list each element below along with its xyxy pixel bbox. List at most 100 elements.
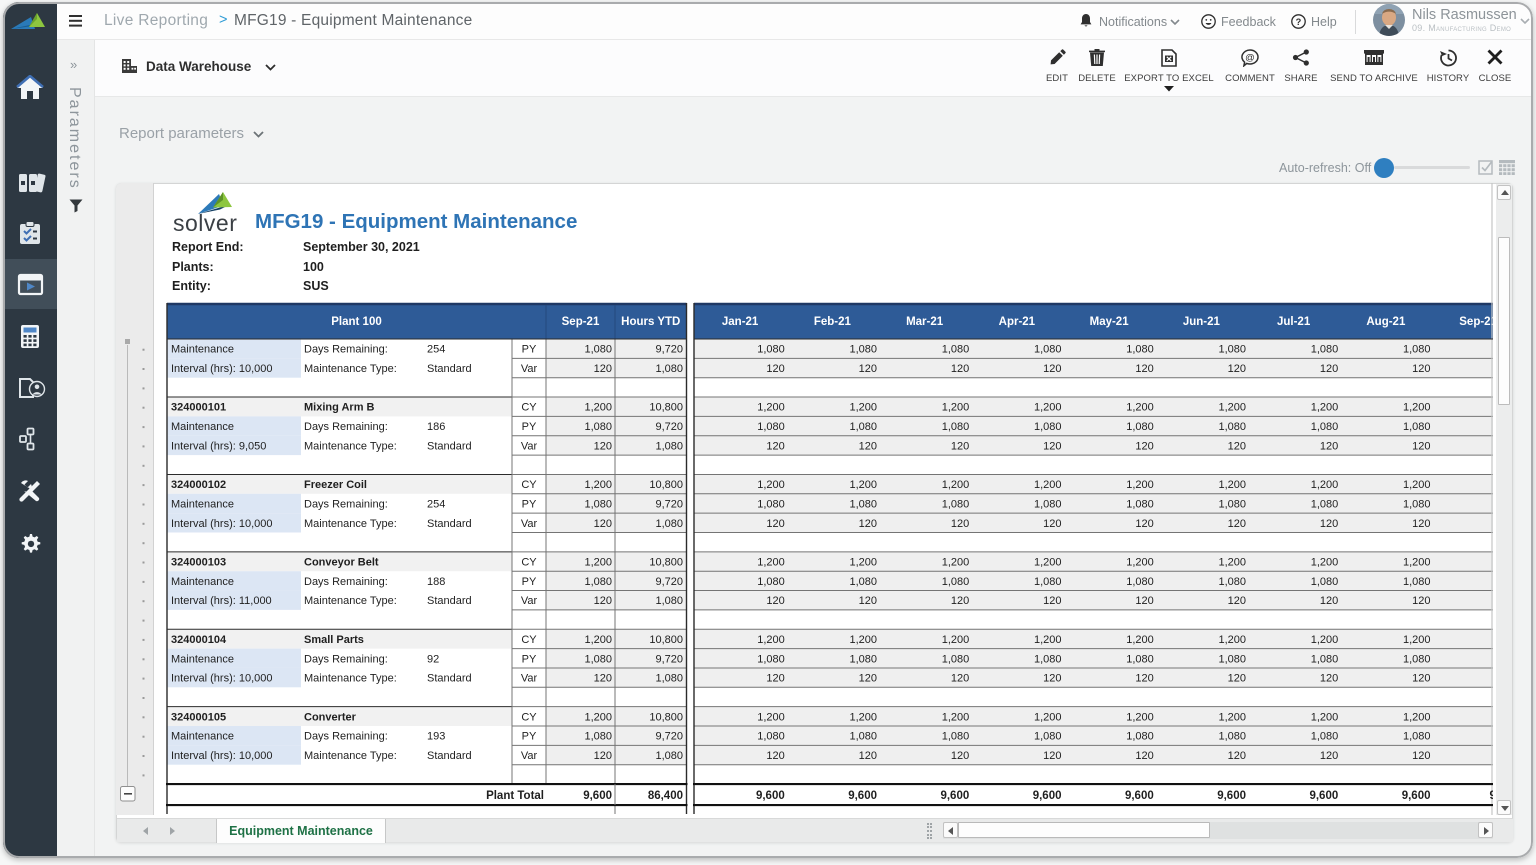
svg-text:1,080: 1,080 [757,731,785,743]
svg-text:120: 120 [1228,673,1246,685]
svg-text:1,080: 1,080 [1403,421,1431,433]
svg-text:1,080: 1,080 [1311,731,1339,743]
svg-text:1,200: 1,200 [1403,479,1431,491]
svg-text:Var: Var [521,363,538,375]
svg-text:May-21: May-21 [1090,316,1130,328]
svg-text:Maintenance Type:: Maintenance Type: [304,595,397,607]
svg-text:1,080: 1,080 [1218,421,1246,433]
svg-text:1,080: 1,080 [1218,731,1246,743]
svg-text:1,200: 1,200 [1034,402,1062,414]
svg-text:1,200: 1,200 [1034,557,1062,569]
svg-text:1,200: 1,200 [849,479,877,491]
svg-text:9,600: 9,600 [940,790,969,802]
svg-text:1,080: 1,080 [1403,498,1431,510]
svg-text:120: 120 [766,518,784,530]
svg-text:1,200: 1,200 [1311,557,1339,569]
svg-text:120: 120 [1320,363,1338,375]
svg-text:1,080: 1,080 [1403,576,1431,588]
svg-text:Jan-21: Jan-21 [722,316,759,328]
svg-text:1,200: 1,200 [757,634,785,646]
svg-text:120: 120 [594,518,612,530]
svg-text:120: 120 [766,673,784,685]
svg-text:1,080: 1,080 [1403,344,1431,356]
svg-text:CY: CY [521,402,537,414]
svg-text:188: 188 [427,576,445,588]
svg-text:120: 120 [859,595,877,607]
svg-text:1,080: 1,080 [849,653,877,665]
svg-text:1,200: 1,200 [1403,634,1431,646]
svg-text:1,200: 1,200 [1311,479,1339,491]
svg-text:10,800: 10,800 [649,557,683,569]
svg-text:120: 120 [951,518,969,530]
svg-text:9,720: 9,720 [655,421,683,433]
svg-text:1,080: 1,080 [584,653,612,665]
svg-text:120: 120 [1320,595,1338,607]
svg-text:120: 120 [1228,750,1246,762]
svg-text:120: 120 [859,673,877,685]
svg-text:1,200: 1,200 [584,711,612,723]
svg-text:120: 120 [766,440,784,452]
svg-text:120: 120 [951,363,969,375]
svg-text:9,720: 9,720 [655,498,683,510]
svg-text:1,080: 1,080 [757,344,785,356]
svg-text:Maintenance: Maintenance [171,731,234,743]
svg-text:120: 120 [594,363,612,375]
svg-text:Days Remaining:: Days Remaining: [304,498,388,510]
svg-text:1,080: 1,080 [757,421,785,433]
svg-text:120: 120 [1043,440,1061,452]
svg-text:Freezer Coil: Freezer Coil [304,479,367,491]
svg-text:120: 120 [1043,518,1061,530]
svg-text:Interval (hrs): 10,000: Interval (hrs): 10,000 [171,518,273,530]
svg-text:1,200: 1,200 [1126,711,1154,723]
svg-text:Var: Var [521,518,538,530]
svg-text:324000102: 324000102 [171,479,226,491]
svg-text:9,600: 9,600 [1490,790,1494,802]
svg-text:1,080: 1,080 [1034,344,1062,356]
svg-text:1,200: 1,200 [942,479,970,491]
svg-text:Interval (hrs): 9,050: Interval (hrs): 9,050 [171,440,266,452]
svg-text:1,080: 1,080 [1218,344,1246,356]
svg-text:1,200: 1,200 [757,402,785,414]
svg-text:1,080: 1,080 [1034,653,1062,665]
svg-text:1,200: 1,200 [1218,557,1246,569]
svg-text:1,080: 1,080 [942,653,970,665]
svg-text:120: 120 [594,750,612,762]
svg-text:1,080: 1,080 [584,421,612,433]
svg-text:1,200: 1,200 [1126,479,1154,491]
svg-text:Feb-21: Feb-21 [814,316,852,328]
svg-text:1,200: 1,200 [1126,557,1154,569]
svg-text:Standard: Standard [427,595,472,607]
svg-text:Standard: Standard [427,750,472,762]
svg-text:120: 120 [859,363,877,375]
svg-text:1,080: 1,080 [942,344,970,356]
svg-text:Maintenance Type:: Maintenance Type: [304,440,397,452]
svg-text:120: 120 [951,750,969,762]
svg-text:1,080: 1,080 [1311,421,1339,433]
svg-text:1,080: 1,080 [655,440,683,452]
svg-text:Days Remaining:: Days Remaining: [304,344,388,356]
svg-text:1,200: 1,200 [1311,711,1339,723]
svg-text:1,200: 1,200 [757,557,785,569]
svg-text:1,200: 1,200 [1034,711,1062,723]
svg-text:120: 120 [1412,518,1430,530]
svg-text:1,080: 1,080 [1126,421,1154,433]
svg-text:Days Remaining:: Days Remaining: [304,653,388,665]
svg-text:1,080: 1,080 [655,518,683,530]
svg-text:9,600: 9,600 [848,790,877,802]
svg-text:1,080: 1,080 [655,673,683,685]
svg-text:PY: PY [522,731,537,743]
svg-text:Days Remaining:: Days Remaining: [304,576,388,588]
svg-text:1,200: 1,200 [942,634,970,646]
svg-text:1,080: 1,080 [1034,576,1062,588]
svg-text:Standard: Standard [427,363,472,375]
svg-text:120: 120 [951,440,969,452]
svg-text:1,200: 1,200 [757,479,785,491]
svg-text:9,600: 9,600 [1125,790,1154,802]
svg-text:1,080: 1,080 [942,731,970,743]
svg-text:120: 120 [1135,595,1153,607]
svg-text:120: 120 [1228,363,1246,375]
svg-text:1,200: 1,200 [1311,634,1339,646]
svg-text:Maintenance: Maintenance [171,576,234,588]
svg-text:Jul-21: Jul-21 [1277,316,1311,328]
svg-text:1,080: 1,080 [849,498,877,510]
